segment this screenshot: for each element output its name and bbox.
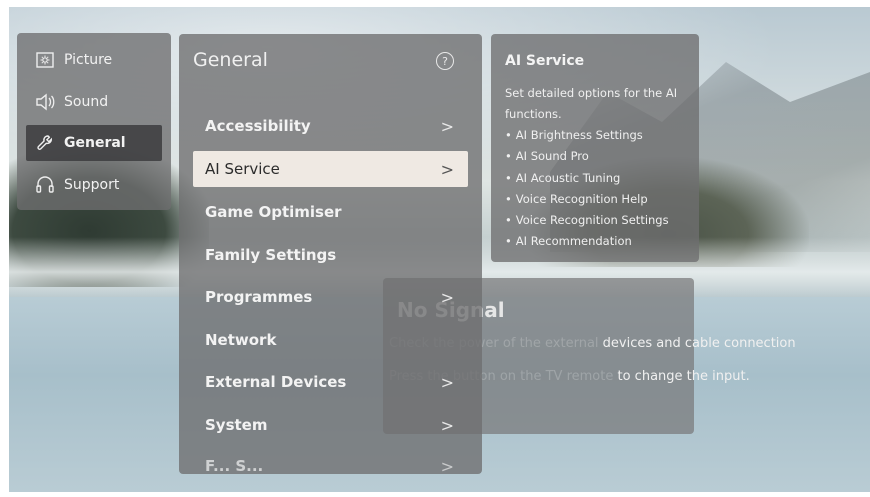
menu-item-external-devices[interactable]: External Devices > — [193, 364, 468, 400]
wrench-icon — [34, 132, 56, 154]
category-label: General — [64, 135, 126, 151]
menu-item-system[interactable]: System > — [193, 407, 468, 443]
category-label: Picture — [64, 52, 113, 68]
page-title: General — [193, 49, 268, 71]
menu-item-label: Programmes — [205, 288, 313, 306]
list-item: Voice Recognition Settings — [505, 210, 669, 231]
category-label: Support — [64, 177, 120, 193]
menu-item-label: External Devices — [205, 373, 347, 391]
menu-item-programmes[interactable]: Programmes > — [193, 279, 468, 315]
menu-item-label: AI Service — [205, 160, 280, 178]
menu-item-game-optimiser[interactable]: Game Optimiser — [193, 194, 468, 230]
menu-item-label: Accessibility — [205, 117, 311, 135]
headset-icon — [34, 174, 56, 196]
picture-icon — [34, 49, 56, 71]
category-general[interactable]: General — [26, 125, 162, 161]
list-item: Voice Recognition Help — [505, 189, 669, 210]
chevron-right-icon: > — [440, 159, 454, 179]
ai-service-info-panel: AI Service Set detailed options for the … — [491, 34, 699, 262]
menu-item-label: Network — [205, 331, 277, 349]
category-picture[interactable]: Picture — [26, 42, 162, 78]
category-support[interactable]: Support — [26, 167, 162, 203]
menu-item-family-settings[interactable]: Family Settings — [193, 237, 468, 273]
category-sound[interactable]: Sound — [26, 84, 162, 120]
speaker-icon — [34, 91, 56, 113]
general-menu-panel: General ? Accessibility > AI Service > G… — [179, 34, 482, 474]
list-item: AI Sound Pro — [505, 146, 669, 167]
menu-item-label: System — [205, 416, 268, 434]
menu-item-label: F... S... — [205, 457, 264, 474]
info-feature-list: AI Brightness Settings AI Sound Pro AI A… — [505, 125, 669, 253]
chevron-right-icon: > — [440, 456, 454, 475]
list-item: AI Brightness Settings — [505, 125, 669, 146]
menu-item-accessibility[interactable]: Accessibility > — [193, 108, 468, 144]
menu-item-label: Family Settings — [205, 246, 337, 264]
menu-item-label: Game Optimiser — [205, 203, 342, 221]
info-title: AI Service — [505, 53, 585, 69]
menu-item-partial[interactable]: F... S... > — [193, 448, 468, 475]
menu-item-network[interactable]: Network — [193, 322, 468, 358]
list-item: AI Recommendation — [505, 231, 669, 252]
chevron-right-icon: > — [440, 372, 454, 392]
chevron-right-icon: > — [440, 415, 454, 435]
chevron-right-icon: > — [440, 287, 454, 307]
list-item: AI Acoustic Tuning — [505, 168, 669, 189]
info-description: Set detailed options for the AI function… — [505, 86, 678, 121]
chevron-right-icon: > — [440, 116, 454, 136]
category-label: Sound — [64, 94, 109, 110]
help-icon[interactable]: ? — [436, 52, 454, 70]
settings-category-panel: Picture Sound General Support — [17, 33, 171, 210]
menu-item-ai-service[interactable]: AI Service > — [193, 151, 468, 187]
